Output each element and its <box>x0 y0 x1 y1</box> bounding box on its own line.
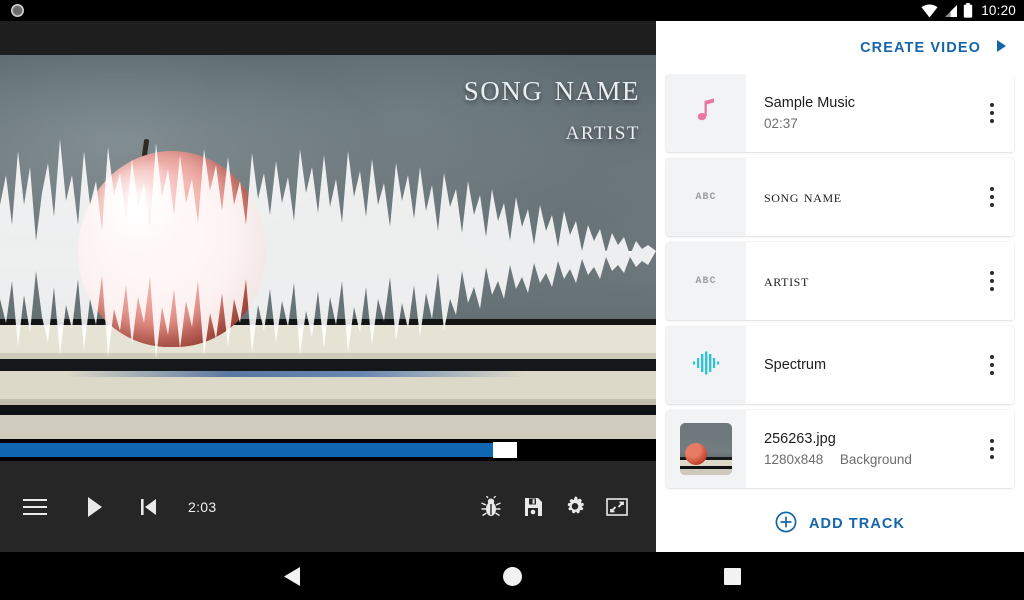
play-arrow-icon <box>997 39 1006 56</box>
video-top-letterbox <box>0 21 656 55</box>
track-text: 256263.jpg 1280x848 Background <box>764 431 970 467</box>
track-body: Artist <box>746 242 1014 320</box>
more-vertical-icon[interactable] <box>970 439 1014 459</box>
track-subtitle: 1280x848 Background <box>764 452 970 467</box>
video-editor-pane: Song name Artist <box>0 21 656 552</box>
more-vertical-icon[interactable] <box>970 187 1014 207</box>
back-triangle-icon[interactable] <box>232 552 352 600</box>
more-vertical-icon[interactable] <box>970 271 1014 291</box>
text-abc-icon: ABC <box>695 275 717 287</box>
track-subtitle: 02:37 <box>764 116 798 131</box>
preview-song-title: Song name <box>463 66 640 109</box>
track-icon-area: ABC <box>666 158 746 236</box>
add-track-label: ADD TRACK <box>808 516 906 532</box>
create-video-label: CREATE VIDEO <box>860 39 981 56</box>
play-icon[interactable] <box>74 486 116 528</box>
track-text: Sample Music 02:37 <box>764 95 970 131</box>
wifi-icon <box>921 3 938 18</box>
player-toolbar: 2:03 <box>0 461 656 552</box>
spectrum-icon <box>692 351 720 380</box>
track-text: Spectrum <box>764 357 970 373</box>
create-video-button[interactable]: CREATE VIDEO <box>860 39 1006 56</box>
preview-artist-name: Artist <box>565 115 640 145</box>
panel-header: CREATE VIDEO <box>656 21 1024 74</box>
audio-waveform-overlay <box>0 139 656 359</box>
settings-gear-icon[interactable] <box>554 486 596 528</box>
music-note-icon <box>695 97 717 129</box>
track-icon-area <box>666 74 746 152</box>
aspect-ratio-icon[interactable] <box>596 486 638 528</box>
player-current-time: 2:03 <box>188 498 217 515</box>
track-body: Song name <box>746 158 1014 236</box>
track-icon-area: ABC <box>666 242 746 320</box>
video-preview[interactable]: Song name Artist <box>0 55 656 439</box>
hamburger-menu-icon[interactable] <box>14 486 56 528</box>
track-list-panel: CREATE VIDEO Sample Music 02:37 ABC song… <box>656 21 1024 552</box>
track-title: Sample Music <box>764 95 856 111</box>
list-item[interactable]: Spectrum <box>666 326 1014 404</box>
track-list: Sample Music 02:37 ABC Song name <box>656 74 1024 496</box>
text-abc-icon: ABC <box>695 191 717 203</box>
track-icon-area <box>666 326 746 404</box>
add-track-button[interactable]: ADD TRACK <box>775 511 905 537</box>
save-floppy-icon[interactable] <box>512 486 554 528</box>
seek-bar-thumb[interactable] <box>493 442 517 458</box>
track-body: 256263.jpg 1280x848 Background <box>746 410 1014 488</box>
more-vertical-icon[interactable] <box>970 355 1014 375</box>
plus-circle-icon <box>775 511 797 537</box>
home-circle-icon[interactable] <box>452 552 572 600</box>
track-title: Song name <box>764 187 842 206</box>
track-body: Sample Music 02:37 <box>746 74 1014 152</box>
track-text: Song name <box>764 187 970 207</box>
thumbnail-apple <box>685 443 707 465</box>
seek-bar-progress <box>0 443 493 457</box>
list-item[interactable]: ABC Song name <box>666 158 1014 236</box>
track-dimensions: 1280x848 <box>764 452 824 467</box>
track-body: Spectrum <box>746 326 1014 404</box>
record-dot-icon <box>11 4 24 17</box>
track-text: Artist <box>764 271 970 291</box>
seek-bar[interactable] <box>0 439 656 461</box>
track-role: Background <box>839 452 912 467</box>
image-thumbnail <box>680 423 732 475</box>
more-vertical-icon[interactable] <box>970 103 1014 123</box>
add-track-row: ADD TRACK <box>656 496 1024 552</box>
status-bar-clock: 10:20 <box>981 3 1016 18</box>
track-title: Artist <box>764 271 809 290</box>
track-title: 256263.jpg <box>764 431 836 447</box>
android-nav-bar <box>0 552 1024 600</box>
list-item[interactable]: Sample Music 02:37 <box>666 74 1014 152</box>
list-item[interactable]: 256263.jpg 1280x848 Background <box>666 410 1014 488</box>
bug-icon[interactable] <box>470 486 512 528</box>
status-bar: 10:20 <box>0 0 1024 21</box>
track-title: Spectrum <box>764 357 827 373</box>
skip-previous-icon[interactable] <box>128 486 170 528</box>
recents-square-icon[interactable] <box>672 552 792 600</box>
screen-root: 10:20 Song name Artist <box>0 0 1024 600</box>
track-icon-area <box>666 410 746 488</box>
cellular-signal-icon <box>943 4 958 18</box>
list-item[interactable]: ABC Artist <box>666 242 1014 320</box>
battery-icon <box>963 3 973 18</box>
